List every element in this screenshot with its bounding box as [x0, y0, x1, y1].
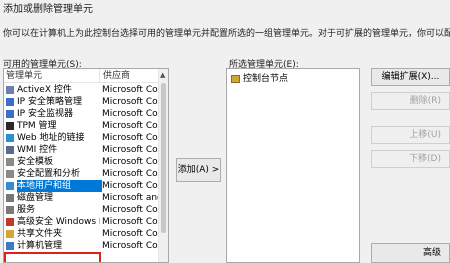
snapin-row[interactable]: 服务 Microsoft Cor...: [4, 204, 160, 216]
tree-item-label: 控制台节点: [243, 74, 289, 84]
snapin-row[interactable]: Web 地址的链接 Microsoft Cor...: [4, 132, 160, 144]
snapin-row[interactable]: 计算机管理 Microsoft Cor...: [4, 240, 160, 252]
snapin-row[interactable]: 本地用户和组Microsoft Cor...: [4, 180, 160, 192]
snapin-vendor: Microsoft Cor...: [102, 181, 160, 191]
snapin-vendor: Microsoft Cor...: [102, 109, 160, 119]
left-scrollbar[interactable]: ▲: [158, 69, 168, 262]
selected-snapins-list[interactable]: 控制台节点: [226, 68, 360, 263]
snapin-row[interactable]: TPM 管理 Microsoft Cor...: [4, 120, 160, 132]
snapin-name: IP 安全策略管理: [17, 97, 82, 107]
snapin-row[interactable]: 安全模板 Microsoft Cor...: [4, 156, 160, 168]
snapin-name: 安全配置和分析: [17, 169, 81, 179]
activex-icon: [6, 86, 14, 94]
snapin-name: 本地用户和组: [17, 180, 102, 192]
snapin-row[interactable]: IP 安全监视器 Microsoft Cor...: [4, 108, 160, 120]
snapin-name: 安全模板: [17, 157, 54, 167]
snapin-name: ActiveX 控件: [17, 85, 72, 95]
snapin-name: 高级安全 Windows De...: [17, 217, 100, 227]
description-text: 你可以在计算机上为此控制台选择可用的管理单元并配置所选的一组管理单元。对于可扩展…: [3, 29, 450, 39]
snapin-row[interactable]: IP 安全策略管理 Microsoft Cor...: [4, 96, 160, 108]
snapin-vendor: Microsoft Cor...: [102, 169, 160, 179]
snapin-row[interactable]: 磁盘管理 Microsoft and...: [4, 192, 160, 204]
wmi-icon: [6, 146, 14, 154]
snapin-name: Web 地址的链接: [17, 133, 85, 143]
snapin-row[interactable]: WMI 控件 Microsoft Cor...: [4, 144, 160, 156]
snapin-row[interactable]: 安全配置和分析 Microsoft Cor...: [4, 168, 160, 180]
column-header-vendor[interactable]: 供应商: [100, 69, 160, 83]
disk-icon: [6, 194, 14, 202]
security-config-icon: [6, 170, 14, 178]
snapin-vendor: Microsoft Cor...: [102, 205, 160, 215]
snapin-row[interactable]: 共享文件夹 Microsoft Cor...: [4, 228, 160, 240]
move-up-button[interactable]: 上移(U): [371, 126, 450, 144]
remove-button[interactable]: 删除(R): [371, 92, 450, 110]
tpm-icon: [6, 122, 14, 130]
snapin-vendor: Microsoft Cor...: [102, 121, 160, 131]
scroll-up-icon[interactable]: ▲: [160, 71, 165, 79]
snapin-rows: ActiveX 控件 Microsoft Cor... IP 安全策略管理 Micro…: [4, 84, 160, 252]
snapin-name: 磁盘管理: [17, 193, 54, 203]
snapin-vendor: Microsoft and...: [102, 193, 160, 203]
available-snapins-list[interactable]: 管理单元 供应商 ActiveX 控件Microsoft Cor...IP 安全…: [3, 68, 169, 263]
snapin-vendor: Microsoft Cor...: [102, 85, 160, 95]
scroll-thumb[interactable]: [161, 83, 166, 233]
security-template-icon: [6, 158, 14, 166]
window-title: 添加或删除管理单元: [3, 4, 93, 15]
snapin-name: TPM 管理: [17, 121, 57, 131]
users-groups-icon: [6, 182, 14, 190]
shared-folder-icon: [6, 230, 14, 238]
snapin-vendor: Microsoft Cor...: [102, 133, 160, 143]
web-link-icon: [6, 134, 14, 142]
snapin-vendor: Microsoft Cor...: [102, 97, 160, 107]
edit-extensions-button[interactable]: 编辑扩展(X)...: [371, 68, 450, 86]
snapin-vendor: Microsoft Cor...: [102, 229, 160, 239]
snapin-row[interactable]: 高级安全 Windows De...Microsoft Cor...: [4, 216, 160, 228]
column-header-snapin[interactable]: 管理单元: [4, 69, 100, 83]
snapin-name: WMI 控件: [17, 145, 58, 155]
firewall-icon: [6, 218, 14, 226]
tree-item-console-root[interactable]: 控制台节点: [231, 73, 288, 85]
snapin-row[interactable]: ActiveX 控件 Microsoft Cor...: [4, 84, 160, 96]
snapin-name: 共享文件夹: [17, 229, 63, 239]
advanced-button[interactable]: 高级: [371, 243, 450, 263]
snapin-name: IP 安全监视器: [17, 109, 73, 119]
ip-security-icon: [6, 98, 14, 106]
snapin-name: 计算机管理: [17, 241, 63, 251]
snapin-vendor: Microsoft Cor...: [102, 145, 160, 155]
add-button[interactable]: 添加(A) >: [176, 158, 221, 182]
snapin-vendor: Microsoft Cor...: [102, 217, 160, 227]
services-icon: [6, 206, 14, 214]
computer-mgmt-icon: [6, 242, 14, 250]
snapin-vendor: Microsoft Cor...: [102, 157, 160, 167]
folder-icon: [231, 74, 240, 83]
move-down-button[interactable]: 下移(D): [371, 150, 450, 168]
snapin-name: 服务: [17, 205, 36, 215]
ip-monitor-icon: [6, 110, 14, 118]
snapin-vendor: Microsoft Cor...: [102, 241, 160, 251]
selection-highlight-box: [4, 252, 101, 262]
